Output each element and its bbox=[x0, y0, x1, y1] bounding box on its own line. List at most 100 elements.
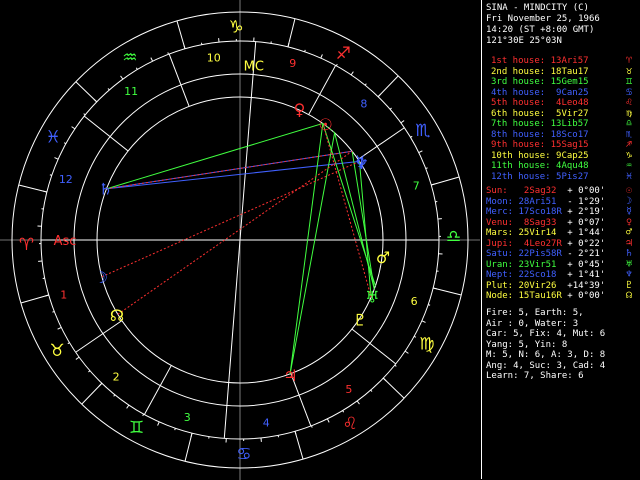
degree-tick bbox=[67, 342, 70, 345]
house-number: 9 bbox=[289, 57, 296, 70]
house-label: 2nd house: bbox=[491, 66, 551, 77]
planet-position: 22Pis58R bbox=[518, 249, 562, 259]
house-row: 6th house: 5Vir27 bbox=[491, 109, 589, 119]
planet-icon: ♂ bbox=[626, 227, 633, 238]
house-position: 18Sco17 bbox=[550, 129, 589, 140]
planet-speed: + 0°07' bbox=[561, 217, 606, 228]
house-label: 8th house: bbox=[491, 129, 551, 140]
planet-icon: ♄ bbox=[98, 179, 112, 198]
planet-icon: ♂ bbox=[376, 248, 390, 267]
planet-speed: + 0°45' bbox=[561, 259, 606, 270]
house-position: 9Cap25 bbox=[550, 150, 589, 161]
degree-tick bbox=[350, 71, 354, 76]
aspect-line bbox=[117, 150, 353, 315]
sign-boundary bbox=[176, 20, 186, 49]
house-position: 13Lib57 bbox=[550, 119, 589, 129]
astrology-wheel: ♈♉♊♋♌♍♎♏♐♑♒♓123 456789101112AscMC☉☽☿♀♂♃♄♅… bbox=[0, 0, 480, 480]
house-number: 6 bbox=[411, 295, 418, 308]
degree-tick bbox=[335, 63, 338, 67]
zodiac-sign-icon: ♎ bbox=[626, 118, 633, 129]
planet-label: Uran: bbox=[486, 259, 519, 270]
aspect-line bbox=[289, 132, 336, 375]
sign-boundary bbox=[433, 287, 462, 296]
house-number: 3 bbox=[184, 411, 191, 424]
house-row: 12th house: 5Pis27 bbox=[491, 172, 589, 182]
house-row: 5th house: 4Leo48 bbox=[491, 98, 589, 108]
planet-label: Merc: bbox=[486, 207, 519, 217]
sign-boundary bbox=[18, 184, 47, 193]
house-cusp bbox=[75, 320, 123, 353]
planet-label: Moon: bbox=[486, 196, 519, 207]
element-stats-line: Yang: 5, Yin: 8 bbox=[486, 339, 568, 350]
degree-tick bbox=[433, 287, 438, 290]
planet-label: Mars: bbox=[486, 228, 519, 238]
degree-tick bbox=[107, 88, 110, 91]
house-position: 4Leo48 bbox=[550, 98, 589, 108]
planet-icon: ♃ bbox=[626, 237, 633, 249]
zodiac-sign-icon: ♑ bbox=[228, 18, 243, 38]
zodiac-sign-icon: ♒ bbox=[122, 48, 137, 68]
degree-tick bbox=[428, 304, 431, 306]
info-panel: SINA - MINDCITY (C) Fri November 25, 1966… bbox=[481, 0, 640, 479]
house-cusp bbox=[168, 53, 190, 107]
planet-row: Uran: 23Vir51 + 0°45' bbox=[486, 260, 605, 270]
zodiac-sign-icon: ♓ bbox=[46, 128, 61, 148]
house-number: 4 bbox=[263, 417, 270, 430]
planet-speed: + 0°22' bbox=[561, 238, 606, 249]
sign-boundary bbox=[81, 382, 103, 405]
planet-label: Jupi: bbox=[486, 238, 519, 249]
planet-speed: +14°39' bbox=[561, 280, 606, 291]
house-row: 2nd house: 18Tau17 bbox=[491, 67, 589, 77]
degree-tick bbox=[54, 157, 59, 160]
degree-tick bbox=[142, 413, 145, 417]
planet-icon: ☉ bbox=[318, 115, 332, 134]
planet-position: 23Vir51 bbox=[518, 259, 562, 270]
sign-boundary bbox=[377, 75, 399, 98]
sign-boundary bbox=[184, 433, 193, 462]
degree-tick bbox=[400, 120, 405, 124]
planet-row: Satu: 22Pis58R - 2°21' bbox=[486, 249, 605, 259]
house-position: 13Ari57 bbox=[550, 56, 589, 66]
planet-icon: ♀ bbox=[294, 100, 306, 119]
chart-time: 14:20 (ST +8:00 GMT) bbox=[486, 25, 595, 35]
degree-tick bbox=[71, 126, 76, 130]
zodiac-sign-icon: ♑ bbox=[626, 149, 633, 161]
sign-boundary bbox=[382, 377, 405, 399]
degree-tick bbox=[287, 42, 290, 47]
planet-row: Nept: 22Sco18 + 1°41' bbox=[486, 270, 605, 280]
house-cusp bbox=[308, 65, 337, 115]
zodiac-sign-icon: ♉ bbox=[626, 65, 633, 77]
house-cusp bbox=[223, 239, 241, 439]
house-label: 11th house: bbox=[491, 161, 551, 171]
house-number: 7 bbox=[413, 180, 420, 193]
degree-tick bbox=[421, 320, 426, 323]
degree-tick bbox=[377, 93, 382, 98]
house-row: 3rd house: 15Gem15 bbox=[491, 77, 589, 87]
planet-icon: ♇ bbox=[626, 279, 633, 291]
degree-tick bbox=[364, 83, 367, 86]
house-number: 11 bbox=[124, 85, 138, 98]
house-label: 7th house: bbox=[491, 119, 551, 129]
house-position: 18Tau17 bbox=[550, 66, 589, 77]
degree-tick bbox=[394, 364, 397, 367]
house-row: 7th house: 13Lib57 bbox=[491, 119, 589, 129]
house-row: 1st house: 13Ari57 bbox=[491, 56, 589, 66]
degree-tick bbox=[342, 410, 345, 413]
degree-tick bbox=[418, 150, 423, 154]
house-number: 10 bbox=[207, 51, 221, 64]
degree-tick bbox=[57, 326, 62, 330]
planet-label: Venu: bbox=[486, 217, 519, 228]
planet-row: Venu: 8Sag33 + 0°07' bbox=[486, 218, 605, 228]
house-position: 9Can25 bbox=[550, 87, 589, 98]
planet-icon: ☽ bbox=[626, 195, 633, 207]
aspect-line bbox=[106, 160, 360, 190]
degree-tick bbox=[113, 394, 116, 397]
degree-tick bbox=[88, 370, 91, 373]
degree-tick bbox=[190, 433, 193, 438]
chart-location: 121°30E 25°03N bbox=[486, 36, 562, 46]
zodiac-sign-icon: ♈ bbox=[19, 235, 34, 255]
house-position: 15Sag15 bbox=[550, 140, 589, 150]
midheaven-label: MC bbox=[244, 60, 264, 75]
planet-speed: + 0°00' bbox=[561, 186, 606, 196]
zodiac-sign-icon: ♉ bbox=[49, 341, 64, 361]
